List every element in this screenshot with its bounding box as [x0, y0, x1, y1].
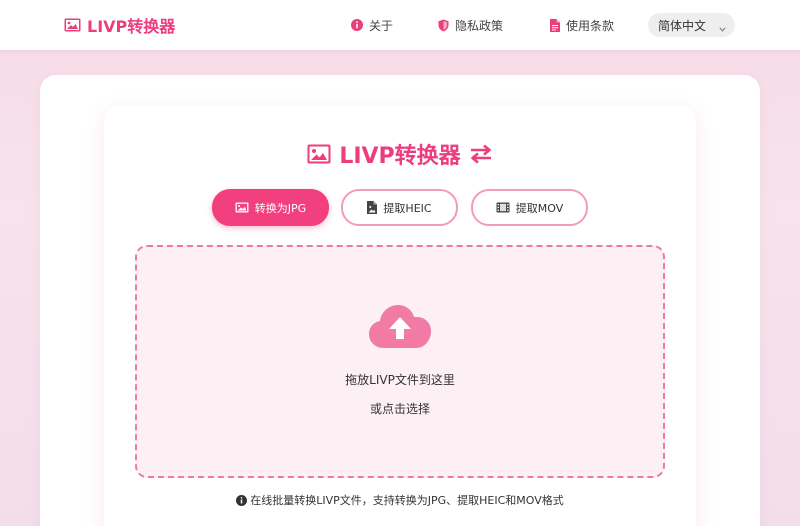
brand-name: LIVP转换器	[87, 17, 176, 36]
tab-extract-heic-label: 提取HEIC	[383, 201, 432, 215]
chevron-down-icon	[719, 21, 726, 35]
dropzone-primary-text: 拖放LIVP文件到这里	[345, 373, 455, 387]
tab-extract-heic[interactable]: 提取HEIC	[341, 189, 458, 226]
shield-icon	[438, 19, 449, 32]
dropzone-secondary-text[interactable]: 或点击选择	[0, 400, 800, 417]
language-value: 简体中文	[658, 18, 707, 33]
document-icon	[550, 18, 560, 32]
page-title-text: LIVP转换器	[339, 144, 461, 169]
image-icon	[64, 18, 81, 32]
image-icon	[235, 202, 249, 213]
nav-about-label: 关于	[369, 18, 394, 33]
info-note-text: 在线批量转换LIVP文件，支持转换为JPG、提取HEIC和MOV格式	[250, 494, 564, 507]
info-circle-icon	[351, 19, 363, 31]
swap-arrows-icon	[469, 144, 493, 164]
nav-about[interactable]: 关于	[351, 16, 393, 34]
info-circle-icon	[236, 494, 248, 506]
nav-terms[interactable]: 使用条款	[550, 16, 614, 34]
nav-privacy-label: 隐私政策	[455, 18, 504, 33]
cloud-upload-icon	[368, 303, 432, 353]
file-image-icon	[367, 201, 378, 214]
nav-terms-label: 使用条款	[566, 18, 615, 33]
nav-privacy[interactable]: 隐私政策	[438, 16, 503, 34]
page-title: LIVP转换器	[0, 138, 800, 170]
brand-logo[interactable]: LIVP转换器	[64, 14, 175, 36]
tab-convert-jpg[interactable]: 转换为JPG	[212, 189, 329, 226]
file-dropzone[interactable]	[135, 245, 665, 478]
tab-convert-jpg-label: 转换为JPG	[254, 201, 307, 215]
top-header: LIVP转换器 关于 隐私政策 使用条款 简体中文	[0, 0, 800, 50]
language-select[interactable]: 简体中文	[648, 13, 735, 37]
tab-extract-mov[interactable]: 提取MOV	[471, 189, 588, 226]
info-note: 在线批量转换LIVP文件，支持转换为JPG、提取HEIC和MOV格式	[0, 492, 800, 508]
image-icon	[307, 144, 331, 164]
tab-extract-mov-label: 提取MOV	[515, 201, 564, 215]
film-icon	[496, 202, 510, 213]
